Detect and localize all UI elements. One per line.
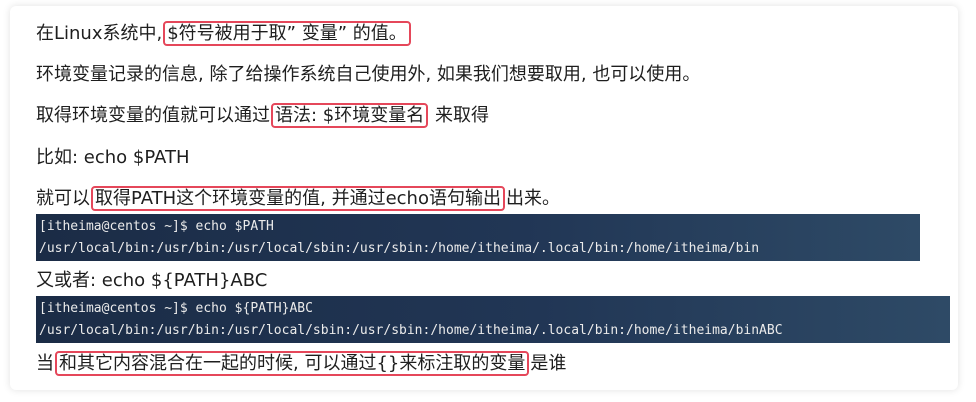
para3-suffix: 来取得: [434, 105, 489, 126]
para1-prefix: 在Linux系统中,: [36, 23, 163, 44]
paragraph-env-description: 环境变量记录的信息, 除了给操作系统自己使用外, 如果我们想要取用, 也可以使用…: [36, 64, 701, 85]
para7-suffix: 是谁: [530, 353, 567, 374]
paragraph-alternative: 又或者: echo ${PATH}ABC: [36, 270, 268, 291]
terminal2-command: [itheima@centos ~]$ echo ${PATH}ABC: [39, 301, 313, 316]
terminal-screenshot-path-abc: [itheima@centos ~]$ echo ${PATH}ABC /usr…: [36, 296, 950, 343]
para5-suffix: 出来。: [505, 188, 560, 209]
paragraph-syntax: 取得环境变量的值就可以通过 语法: $环境变量名 来取得: [36, 103, 489, 128]
document-page: 在Linux系统中, $符号被用于取” 变量” 的值。 环境变量记录的信息, 除了…: [10, 6, 958, 390]
para7-prefix: 当: [36, 353, 54, 374]
para3-highlight: 语法: $环境变量名: [271, 103, 429, 128]
paragraph-example: 比如: echo $PATH: [36, 147, 190, 168]
terminal1-output: /usr/local/bin:/usr/bin:/usr/local/sbin:…: [39, 241, 760, 256]
para5-prefix: 就可以: [36, 188, 90, 209]
paragraph-dollar-intro: 在Linux系统中, $符号被用于取” 变量” 的值。: [36, 21, 412, 46]
terminal-screenshot-path: [itheima@centos ~]$ echo $PATH /usr/loca…: [36, 214, 920, 261]
para1-highlight: $符号被用于取” 变量” 的值。: [163, 21, 411, 46]
para5-highlight: 取得PATH这个环境变量的值, 并通过echo语句输出: [91, 186, 505, 211]
para7-highlight: 和其它内容混合在一起的时候, 可以通过{}来标注取的变量: [55, 351, 530, 376]
paragraph-braces: 当和其它内容混合在一起的时候, 可以通过{}来标注取的变量 是谁: [36, 351, 567, 376]
para3-prefix: 取得环境变量的值就可以通过: [36, 105, 270, 126]
paragraph-echo-explain: 就可以 取得PATH这个环境变量的值, 并通过echo语句输出 出来。: [36, 186, 560, 211]
terminal1-command: [itheima@centos ~]$ echo $PATH: [39, 219, 274, 234]
terminal2-output: /usr/local/bin:/usr/bin:/usr/local/sbin:…: [39, 323, 783, 338]
